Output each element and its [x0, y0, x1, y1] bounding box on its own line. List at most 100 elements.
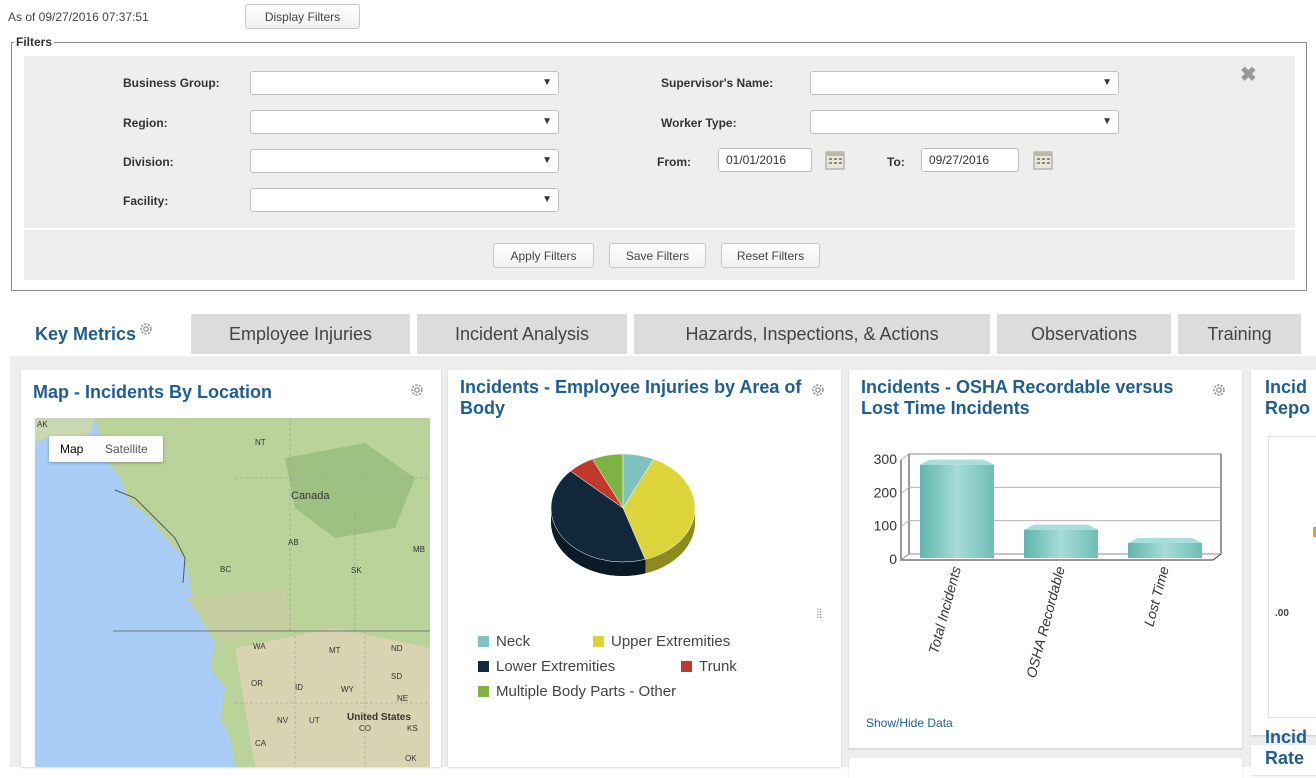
tab-hazards-inspections-actions[interactable]: Hazards, Inspections, & Actions — [634, 314, 990, 354]
map-label: SD — [391, 672, 403, 681]
dropdown-arrow-icon: ▼ — [542, 116, 552, 127]
legend-label: Neck — [496, 633, 531, 650]
bar-chart: 0 100 200 300 Total Incidents OSHA Recordable… — [874, 451, 1222, 680]
worker-type-select[interactable]: ▼ — [810, 110, 1119, 134]
x-tick-label: Lost Time — [1141, 564, 1172, 628]
save-filters-button[interactable]: Save Filters — [609, 243, 706, 268]
bar-card-title: Incidents - OSHA Recordable versus Lost … — [861, 377, 1174, 418]
tab-incident-analysis[interactable]: Incident Analysis — [417, 314, 627, 354]
y-tick-label: 100 — [874, 518, 898, 534]
legend-swatch — [681, 661, 692, 672]
bar-body — [1128, 543, 1202, 558]
map-type-satellite[interactable]: Satellite — [105, 442, 148, 456]
map-label: WA — [253, 642, 266, 651]
bar-top — [920, 459, 994, 465]
partial-card-title-line: Rate — [1265, 748, 1305, 768]
gear-icon[interactable] — [409, 382, 425, 398]
map-label: NE — [397, 694, 409, 703]
map-type-map[interactable]: Map — [60, 442, 83, 456]
pie-chart — [550, 453, 696, 576]
tab-employee-injuries[interactable]: Employee Injuries — [191, 314, 410, 354]
tab-key-metrics[interactable]: Key Metrics — [15, 314, 185, 354]
drag-handle-icon[interactable]: ⁞⁞ — [816, 606, 822, 621]
apply-filters-button[interactable]: Apply Filters — [493, 243, 594, 268]
business-group-select[interactable]: ▼ — [250, 71, 559, 95]
tab-observations[interactable]: Observations — [997, 314, 1171, 354]
legend-item[interactable]: Neck — [478, 633, 530, 650]
x-tick-label: OSHA Recordable — [1023, 564, 1068, 679]
y-tick-label: 0 — [889, 551, 897, 567]
legend-swatch — [478, 686, 489, 697]
calendar-icon[interactable] — [824, 149, 846, 171]
map-label: KS — [407, 724, 418, 733]
legend-label: Upper Extremities — [611, 633, 731, 650]
dropdown-arrow-icon: ▼ — [1102, 116, 1112, 127]
dropdown-arrow-icon: ▼ — [542, 194, 552, 205]
as-of-timestamp: As of 09/27/2016 07:37:51 — [8, 10, 149, 24]
partial-card-bottom: Incid Rate — [1251, 727, 1316, 775]
legend-item[interactable]: Lower Extremities — [478, 658, 615, 675]
gear-icon[interactable] — [810, 382, 826, 398]
to-date-input[interactable]: 09/27/2016 — [921, 148, 1019, 172]
map-type-control: Map Satellite — [49, 436, 163, 462]
grid-line-diag — [900, 553, 910, 561]
pie-card-title: Incidents - Employee Injuries by Area of… — [460, 377, 802, 418]
y-tick-label: 200 — [874, 484, 898, 500]
map-label: United States — [347, 712, 411, 723]
reset-filters-button[interactable]: Reset Filters — [721, 243, 820, 268]
map-label: WY — [341, 685, 354, 694]
show-hide-data-link[interactable]: Show/Hide Data — [866, 716, 953, 730]
legend-swatch — [478, 661, 489, 672]
y-tick-label: 300 — [874, 451, 898, 467]
map-card-title: Map - Incidents By Location — [33, 382, 273, 402]
legend-item[interactable]: Multiple Body Parts - Other — [478, 683, 676, 700]
bar-body — [1024, 529, 1098, 558]
tab-training[interactable]: Training — [1178, 314, 1301, 354]
legend-swatch — [478, 636, 489, 647]
legend-swatch — [593, 636, 604, 647]
partial-chart-frame: .00 — [1268, 436, 1316, 718]
partial-card-top: Incid Repo .00 — [1251, 370, 1316, 735]
division-select[interactable]: ▼ — [250, 149, 559, 173]
map-label: CO — [359, 724, 371, 733]
dashboard-tabs: Key Metrics Employee Injuries Incident A… — [0, 314, 1316, 356]
dropdown-arrow-icon: ▼ — [542, 155, 552, 166]
map-label: MB — [413, 545, 425, 554]
map-label: BC — [220, 565, 232, 574]
facility-label: Facility: — [123, 194, 169, 208]
map-label: OR — [251, 679, 263, 688]
bar-card: Incidents - OSHA Recordable versus Lost … — [849, 370, 1242, 748]
gear-icon[interactable] — [1211, 382, 1227, 398]
map-label: MT — [329, 646, 341, 655]
legend-item[interactable]: Trunk — [681, 658, 737, 675]
gear-icon[interactable] — [138, 321, 154, 337]
close-icon[interactable]: ✖ — [1240, 62, 1257, 87]
bar-body — [920, 464, 994, 558]
from-date-input[interactable]: 01/01/2016 — [718, 148, 812, 172]
legend-item[interactable]: Upper Extremities — [593, 633, 730, 650]
partial-card-title-line: Incid — [1265, 377, 1308, 397]
filters-legend: Filters — [16, 35, 53, 49]
map-label: Canada — [291, 490, 330, 502]
bar — [920, 459, 994, 558]
calendar-icon[interactable] — [1032, 149, 1054, 171]
display-filters-button[interactable]: Display Filters — [245, 4, 360, 29]
map-label: ND — [391, 644, 403, 653]
region-select[interactable]: ▼ — [250, 110, 559, 134]
map-label: SK — [351, 566, 362, 575]
map-label: NV — [277, 716, 289, 725]
dropdown-arrow-icon: ▼ — [542, 77, 552, 88]
supervisor-select[interactable]: ▼ — [810, 71, 1119, 95]
partial-chart-value: .00 — [1275, 608, 1289, 619]
grid-line-diag — [900, 520, 910, 527]
facility-select[interactable]: ▼ — [250, 188, 559, 212]
pie-card: Incidents - Employee Injuries by Area of… — [448, 370, 841, 767]
tab-label: Key Metrics — [35, 323, 137, 344]
map-label: ID — [295, 683, 303, 692]
map-label: AK — [37, 420, 48, 429]
legend-label: Lower Extremities — [496, 658, 616, 675]
partial-card-title: Incid Repo — [1265, 377, 1310, 419]
map-label: OK — [405, 754, 417, 763]
division-label: Division: — [123, 155, 174, 169]
from-label: From: — [657, 155, 691, 169]
